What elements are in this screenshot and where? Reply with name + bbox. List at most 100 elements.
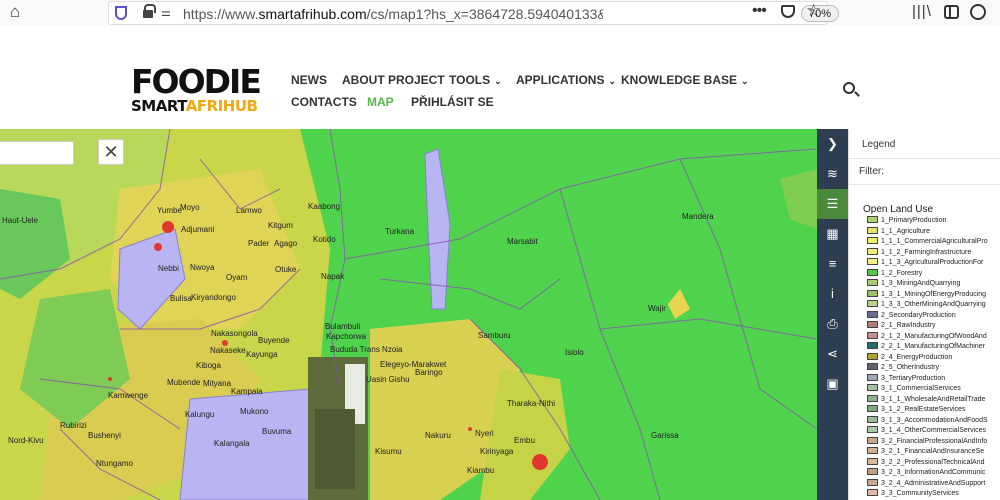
nav-applications[interactable]: APPLICATIONS ⌄: [516, 73, 616, 87]
legend-swatch: [867, 300, 878, 307]
legend-icon[interactable]: ☰: [817, 189, 848, 219]
lock-icon[interactable]: [143, 4, 156, 19]
legend-swatch: [867, 457, 878, 465]
search-icon[interactable]: [843, 82, 855, 94]
nav-map[interactable]: MAP: [367, 95, 394, 109]
nav-news[interactable]: NEWS: [291, 73, 327, 87]
legend-toolbar: ❯ ≋ ☰ ▦ ≡ i ⎙ ⋖ ▣: [817, 129, 848, 500]
legend-item: 2_5_OtherIndustry: [867, 363, 939, 373]
map-canvas[interactable]: [0, 129, 817, 500]
info-icon[interactable]: i: [817, 279, 848, 309]
address-bar[interactable]: ⚌ https://www.smartafrihub.com/cs/map1?h…: [108, 1, 839, 25]
legend-item-label: 2_1_RawIndustry: [881, 322, 936, 329]
legend-item: 3_1_CommercialServices: [867, 384, 961, 394]
legend-swatch: [867, 289, 878, 297]
place-label: Samburu: [478, 331, 511, 340]
legend-swatch: [867, 216, 878, 223]
legend-swatch: [867, 426, 878, 433]
legend-item-label: 2_SecondaryProduction: [881, 311, 956, 319]
place-label: Kampala: [231, 387, 263, 396]
place-label: Napak: [321, 272, 345, 281]
legend-item: 1_1_3_AgriculturalProductionFor: [867, 258, 983, 268]
legend-swatch: [867, 415, 878, 423]
layers-icon[interactable]: ≋: [817, 159, 848, 189]
place-label: Nebbi: [158, 264, 179, 273]
legend-item: 2_4_EnergyProduction: [867, 352, 952, 363]
legend-item: 2_1_RawIndustry: [867, 321, 935, 331]
url-text[interactable]: https://www.smartafrihub.com/cs/map1?hs_…: [183, 6, 603, 22]
legend-item: 2_1_2_ManufacturingOfWoodAnd: [867, 331, 987, 342]
place-label: Uasin Gishu: [366, 375, 410, 384]
map-icon[interactable]: ▦: [817, 219, 848, 249]
place-label: Nakuru: [425, 431, 451, 440]
legend-item-label: 3_2_3_InformationAndCommunic: [881, 469, 986, 476]
nav-contacts[interactable]: CONTACTS: [291, 95, 357, 109]
close-icon[interactable]: ✕: [98, 139, 124, 165]
save-icon[interactable]: ▣: [817, 369, 848, 399]
place-label: Bulisa: [170, 294, 192, 303]
sidebar-toggle-icon[interactable]: [944, 5, 959, 19]
place-label: Mityana: [203, 379, 232, 388]
library-icon[interactable]: |||\: [912, 3, 932, 20]
legend-swatch: [867, 373, 878, 381]
print-icon[interactable]: ⎙: [817, 309, 848, 339]
nav-knowledge-base[interactable]: KNOWLEDGE BASE ⌄: [621, 73, 749, 87]
legend-item: 3_3_CommunityServices: [867, 489, 959, 499]
legend-group-title: Open Land Use: [863, 204, 934, 215]
place-label: Otuke: [275, 265, 297, 274]
place-label: Kalangala: [214, 439, 250, 448]
map-search-input[interactable]: [0, 141, 74, 165]
legend-swatch: [867, 352, 878, 360]
place-label: Bududa Trans Nzoia: [330, 345, 403, 354]
legend-swatch: [867, 237, 878, 244]
legend-item: 2_SecondaryProduction: [867, 310, 956, 321]
land-use-map[interactable]: ✕ Haut-Uele Yumbe Moyo Adjumani Lamwo Ki…: [0, 129, 817, 500]
tracking-shield-icon[interactable]: [115, 6, 127, 20]
place-label: Kisumu: [375, 447, 402, 456]
place-label: Nwoya: [190, 263, 215, 272]
share-icon[interactable]: ⋖: [817, 339, 848, 369]
legend-item: 3_TertiaryProduction: [867, 373, 945, 384]
legend-item-label: 3_1_CommercialServices: [881, 385, 961, 392]
chevron-down-icon: ⌄: [741, 76, 749, 86]
legend-swatch: [867, 247, 878, 255]
legend-item: 3_1_3_AccommodationAndFoodS: [867, 415, 988, 426]
place-label: Turkana: [385, 227, 415, 236]
legend-item: 1_3_3_OtherMiningAndQuarrying: [867, 300, 986, 310]
place-label: Garissa: [651, 431, 679, 440]
more-actions-icon[interactable]: •••: [752, 2, 767, 20]
legend-swatch: [867, 279, 878, 286]
foodie-smartafrihub-logo[interactable]: FOODIE SMARTAFRIHUB: [131, 62, 266, 116]
legend-item-label: 3_1_4_OtherCommercialServices: [881, 427, 987, 434]
legend-item-label: 3_1_3_AccommodationAndFoodS: [881, 416, 988, 424]
place-label: Buvuma: [262, 427, 292, 436]
place-label: Moyo: [180, 203, 200, 212]
place-label: Kiboga: [196, 361, 221, 370]
nav-about-project[interactable]: ABOUT PROJECT: [342, 73, 445, 87]
place-label: Kitgum: [268, 221, 293, 230]
legend-item: 3_2_1_FinancialAndInsuranceSe: [867, 447, 984, 457]
chevron-right-icon[interactable]: ❯: [817, 129, 848, 159]
legend-item-label: 3_1_1_WholesaleAndRetailTrade: [881, 395, 986, 403]
bookmark-star-icon[interactable]: ☆: [806, 1, 821, 21]
legend-item-label: 1_3_MiningAndQuarrying: [881, 280, 961, 287]
legend-swatch: [867, 447, 878, 454]
permissions-icon[interactable]: ⚌: [161, 8, 175, 19]
logo-wordmark: FOODIE: [131, 62, 262, 101]
legend-item-label: 3_3_CommunityServices: [881, 490, 959, 497]
legend-swatch: [867, 268, 878, 276]
legend-item-label: 3_1_2_RealEstateServices: [881, 406, 966, 413]
place-label: Nakasongola: [211, 329, 258, 338]
legend-filter-input[interactable]: Filter:: [859, 166, 884, 177]
legend-swatch: [867, 321, 878, 328]
legend-item-label: 1_3_3_OtherMiningAndQuarrying: [881, 301, 986, 308]
legend-item-label: 3_2_2_ProfessionalTechnicalAnd: [881, 458, 985, 466]
legend-swatch: [867, 489, 878, 496]
home-icon[interactable]: ⌂: [6, 3, 24, 21]
account-icon[interactable]: [970, 4, 986, 20]
place-label: Kaabong: [308, 202, 341, 211]
nav-tools[interactable]: TOOLS ⌄: [449, 73, 502, 87]
place-label: Mubende: [167, 378, 201, 387]
database-icon[interactable]: ≡: [817, 249, 848, 279]
nav-login[interactable]: PŘIHLÁSIT SE: [411, 95, 494, 109]
